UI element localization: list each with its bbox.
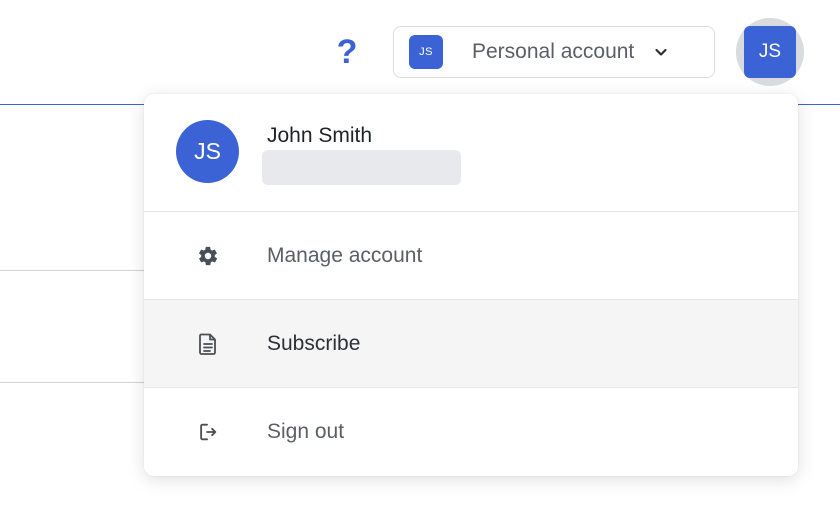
document-icon — [196, 332, 220, 356]
user-name: John Smith — [267, 124, 373, 147]
menu-item-sign-out[interactable]: Sign out — [144, 388, 798, 476]
user-email-placeholder — [262, 150, 461, 185]
menu-item-label: Subscribe — [267, 331, 361, 355]
sign-out-icon — [196, 420, 220, 444]
page-divider — [0, 270, 145, 271]
gear-icon — [196, 244, 220, 268]
page-divider — [0, 382, 145, 383]
user-avatar-button[interactable]: JS — [736, 18, 804, 86]
account-dropdown-menu: JS John Smith Manage account Subscribe S… — [144, 94, 798, 476]
menu-avatar: JS — [176, 120, 239, 183]
menu-item-label: Sign out — [267, 420, 345, 443]
help-button[interactable]: ? — [330, 30, 364, 74]
menu-item-subscribe[interactable]: Subscribe — [144, 300, 798, 388]
menu-item-manage-account[interactable]: Manage account — [144, 212, 798, 300]
account-badge: JS — [409, 35, 443, 69]
menu-item-label: Manage account — [267, 243, 423, 267]
chevron-down-icon — [652, 43, 670, 61]
avatar: JS — [744, 26, 796, 78]
account-switcher-label: Personal account — [472, 40, 635, 63]
account-switcher[interactable]: JS Personal account — [393, 26, 715, 78]
menu-user-header: JS John Smith — [144, 94, 798, 212]
